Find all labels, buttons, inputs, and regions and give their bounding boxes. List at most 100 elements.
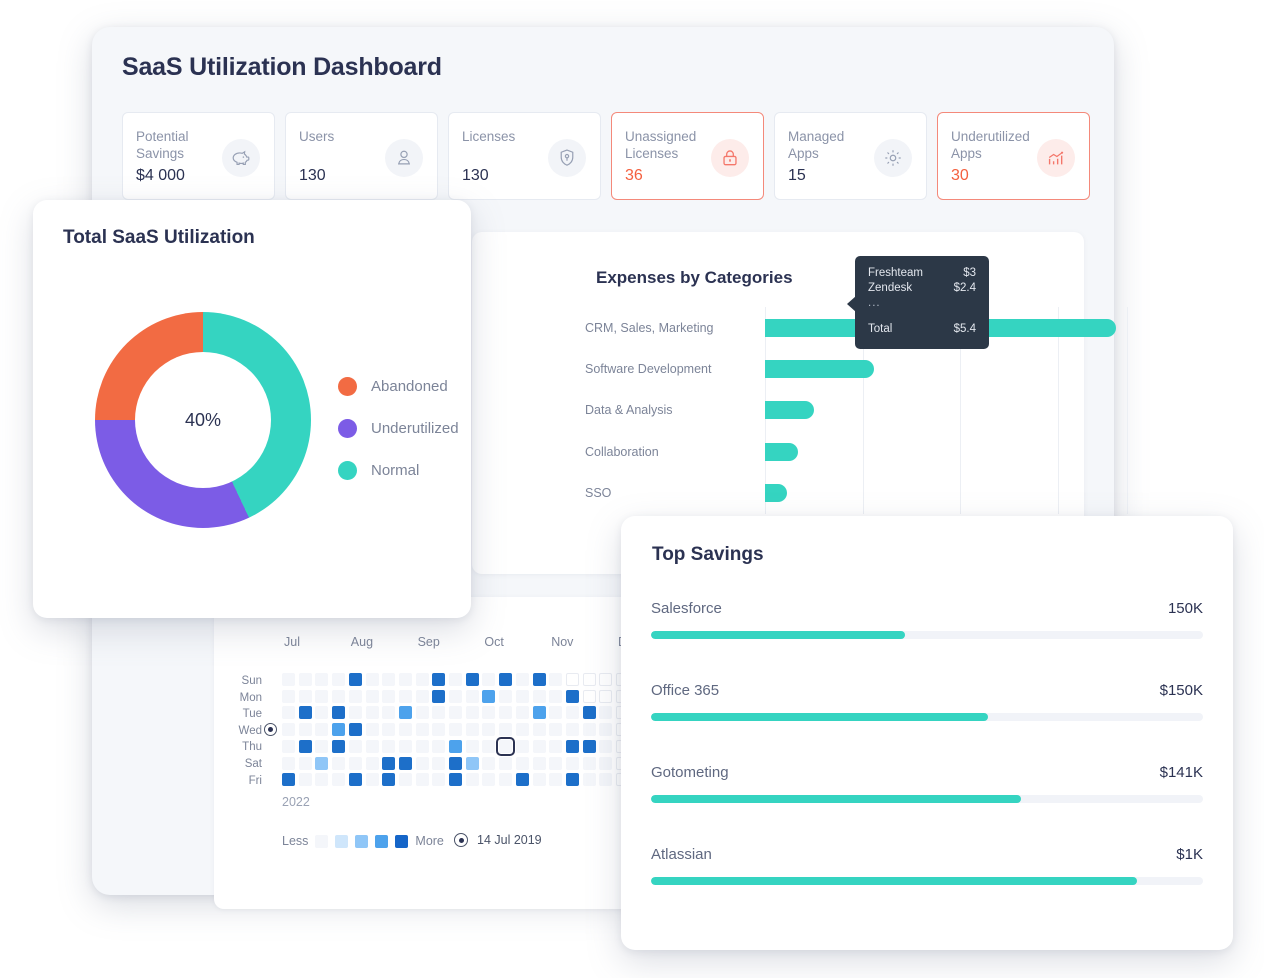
- heatmap-cell[interactable]: [415, 773, 429, 787]
- heatmap-cell[interactable]: [482, 673, 496, 686]
- heatmap-cell[interactable]: [515, 706, 529, 720]
- heatmap-cell[interactable]: [332, 706, 346, 720]
- heatmap-cell[interactable]: [515, 739, 529, 753]
- heatmap-cell[interactable]: [465, 773, 479, 787]
- heatmap-cell[interactable]: [298, 756, 312, 770]
- heatmap-cell[interactable]: [315, 773, 329, 787]
- kpi-card-potential-savings[interactable]: Potential Savings $4 000: [122, 112, 275, 200]
- heatmap-cell[interactable]: [599, 739, 613, 753]
- heatmap-cell[interactable]: [599, 689, 613, 703]
- heatmap-cell[interactable]: [315, 756, 329, 770]
- heatmap-cell[interactable]: [465, 756, 479, 770]
- heatmap-cell[interactable]: [515, 723, 529, 737]
- heatmap-cell[interactable]: [449, 673, 462, 686]
- heatmap-cell[interactable]: [282, 706, 295, 720]
- heatmap-cell[interactable]: [365, 756, 379, 770]
- heatmap-cell[interactable]: [382, 673, 396, 686]
- heatmap-cell[interactable]: [332, 723, 346, 737]
- heatmap-cell[interactable]: [365, 689, 379, 703]
- heatmap-cell[interactable]: [565, 723, 579, 737]
- heatmap-cell[interactable]: [332, 689, 346, 703]
- heatmap-cell[interactable]: [432, 773, 446, 787]
- heatmap-cell[interactable]: [515, 756, 529, 770]
- heatmap-cell[interactable]: [482, 706, 496, 720]
- heatmap-cell[interactable]: [549, 773, 563, 787]
- heatmap-cell[interactable]: [582, 773, 596, 787]
- heatmap-cell[interactable]: [382, 756, 396, 770]
- heatmap-cell[interactable]: [465, 723, 479, 737]
- heatmap-row-marker-icon[interactable]: [264, 723, 277, 737]
- heatmap-cell[interactable]: [332, 773, 346, 787]
- heatmap-cell[interactable]: [549, 673, 563, 686]
- heatmap-cell[interactable]: [515, 689, 529, 703]
- heatmap-cell[interactable]: [298, 739, 312, 753]
- heatmap-cell[interactable]: [282, 756, 295, 770]
- savings-list-item[interactable]: Office 365 $150K: [651, 682, 1203, 764]
- heatmap-cell[interactable]: [565, 689, 579, 703]
- heatmap-cell[interactable]: [415, 673, 429, 686]
- heatmap-cell[interactable]: [499, 673, 513, 686]
- heatmap-cell[interactable]: [315, 706, 329, 720]
- heatmap-cell[interactable]: [565, 739, 579, 753]
- heatmap-cell[interactable]: [482, 723, 496, 737]
- heatmap-cell[interactable]: [549, 706, 563, 720]
- heatmap-cell[interactable]: [432, 689, 446, 703]
- heatmap-cell[interactable]: [365, 723, 379, 737]
- heatmap-cell[interactable]: [282, 773, 295, 787]
- heatmap-cell[interactable]: [449, 723, 462, 737]
- heatmap-cell[interactable]: [382, 739, 396, 753]
- heatmap-cell[interactable]: [282, 673, 295, 686]
- heatmap-cell[interactable]: [382, 706, 396, 720]
- heatmap-cell[interactable]: [365, 739, 379, 753]
- heatmap-cell[interactable]: [465, 689, 479, 703]
- heatmap-cell[interactable]: [298, 689, 312, 703]
- heatmap-cell[interactable]: [449, 689, 462, 703]
- savings-list-item[interactable]: Salesforce 150K: [651, 600, 1203, 682]
- legend-item-underutilized[interactable]: Underutilized: [338, 407, 459, 449]
- heatmap-cell[interactable]: [398, 689, 412, 703]
- heatmap-cell[interactable]: [298, 706, 312, 720]
- heatmap-cell[interactable]: [549, 689, 563, 703]
- heatmap-cell[interactable]: [348, 773, 362, 787]
- heatmap-cell[interactable]: [582, 706, 596, 720]
- heatmap-cell[interactable]: [365, 673, 379, 686]
- heatmap-cell[interactable]: [532, 706, 546, 720]
- expenses-bar[interactable]: [765, 360, 874, 379]
- heatmap-cell[interactable]: [449, 756, 462, 770]
- heatmap-cell[interactable]: [282, 689, 295, 703]
- heatmap-cell[interactable]: [332, 739, 346, 753]
- kpi-card-unassigned-licenses[interactable]: Unassigned Licenses 36: [611, 112, 764, 200]
- heatmap-cell[interactable]: [565, 773, 579, 787]
- heatmap-cell[interactable]: [582, 673, 596, 686]
- heatmap-cell[interactable]: [415, 689, 429, 703]
- heatmap-cell[interactable]: [582, 739, 596, 753]
- heatmap-cell[interactable]: [282, 739, 295, 753]
- heatmap-cell[interactable]: [565, 756, 579, 770]
- heatmap-selected-date[interactable]: 14 Jul 2019: [454, 833, 542, 847]
- heatmap-cell[interactable]: [549, 723, 563, 737]
- heatmap-cell[interactable]: [282, 723, 295, 737]
- heatmap-cell[interactable]: [432, 673, 446, 686]
- heatmap-cell[interactable]: [532, 689, 546, 703]
- heatmap-cell[interactable]: [415, 739, 429, 753]
- heatmap-cell[interactable]: [499, 689, 513, 703]
- kpi-card-underutilized-apps[interactable]: Underutilized Apps 30: [937, 112, 1090, 200]
- heatmap-cell[interactable]: [465, 673, 479, 686]
- heatmap-cell[interactable]: [496, 736, 516, 756]
- heatmap-cell[interactable]: [599, 723, 613, 737]
- expenses-bar[interactable]: [765, 442, 798, 461]
- heatmap-cell[interactable]: [565, 673, 579, 686]
- expenses-bar-row[interactable]: Software Development: [585, 348, 874, 389]
- legend-item-abandoned[interactable]: Abandoned: [338, 365, 459, 407]
- savings-list-item[interactable]: Gotometing $141K: [651, 764, 1203, 846]
- heatmap-cell[interactable]: [298, 773, 312, 787]
- heatmap-cell[interactable]: [482, 739, 496, 753]
- heatmap-cell[interactable]: [298, 723, 312, 737]
- heatmap-cell[interactable]: [398, 739, 412, 753]
- heatmap-cell[interactable]: [499, 706, 513, 720]
- heatmap-cell[interactable]: [382, 723, 396, 737]
- heatmap-cell[interactable]: [532, 756, 546, 770]
- heatmap-cell[interactable]: [599, 756, 613, 770]
- kpi-card-users[interactable]: Users 130: [285, 112, 438, 200]
- heatmap-cell[interactable]: [348, 723, 362, 737]
